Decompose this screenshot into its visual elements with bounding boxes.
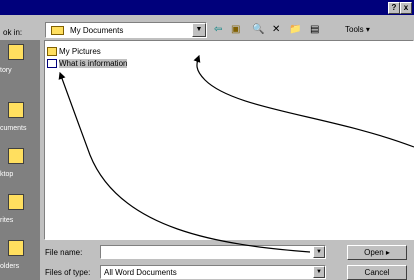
folder-icon	[51, 26, 64, 35]
places-item-my-documents[interactable]: cuments	[0, 100, 40, 142]
open-button[interactable]: Open ▸	[347, 245, 407, 260]
up-one-level-icon[interactable]: ▣	[231, 24, 240, 36]
list-item-label: What is information	[59, 59, 128, 68]
back-icon[interactable]: ⇦	[214, 24, 222, 36]
places-bar: tory cuments ktop rites olders	[0, 40, 40, 280]
folder-icon	[47, 47, 57, 57]
files-of-type-select[interactable]: All Word Documents ▼	[100, 265, 326, 279]
look-in-dropdown-button[interactable]: ▼	[192, 23, 206, 37]
file-name-dropdown-button[interactable]: ▼	[313, 246, 325, 258]
web-folders-icon	[8, 240, 24, 256]
look-in-value: My Documents	[70, 26, 124, 35]
places-item-label: olders	[0, 263, 20, 270]
places-item-web-folders[interactable]: olders	[0, 238, 40, 280]
files-of-type-label: Files of type:	[45, 268, 91, 277]
list-item[interactable]: What is information	[47, 59, 128, 70]
delete-icon[interactable]: ✕	[272, 24, 280, 36]
help-button[interactable]: ?	[388, 2, 400, 14]
file-list[interactable]: My Pictures What is information	[44, 40, 414, 240]
close-button[interactable]: x	[400, 2, 412, 14]
new-folder-icon[interactable]: 📁	[289, 24, 301, 36]
places-item-label: rites	[0, 217, 14, 224]
history-icon	[8, 44, 24, 60]
views-icon[interactable]: ▤	[310, 24, 319, 36]
places-item-favorites[interactable]: rites	[0, 192, 40, 234]
word-document-icon	[47, 59, 57, 69]
places-item-history[interactable]: tory	[0, 42, 40, 84]
my-documents-icon	[8, 102, 24, 118]
list-item-label: My Pictures	[59, 47, 101, 56]
look-in-combo[interactable]: My Documents ▼	[45, 22, 207, 38]
file-name-input[interactable]: ▼	[100, 245, 326, 259]
file-name-label: File name:	[45, 248, 83, 257]
places-item-label: cuments	[0, 125, 27, 132]
places-item-label: tory	[0, 67, 12, 74]
search-web-icon[interactable]: 🔍	[252, 24, 264, 36]
tools-menu[interactable]: Tools ▾	[345, 25, 370, 34]
favorites-icon	[8, 194, 24, 210]
title-bar: ? x	[0, 0, 414, 15]
files-of-type-value: All Word Documents	[104, 268, 177, 277]
desktop-icon	[8, 148, 24, 164]
places-item-desktop[interactable]: ktop	[0, 146, 40, 188]
cancel-button[interactable]: Cancel	[347, 265, 407, 280]
look-in-label: ok in:	[3, 28, 23, 37]
places-item-label: ktop	[0, 171, 14, 178]
files-of-type-dropdown-button[interactable]: ▼	[313, 266, 325, 278]
list-item[interactable]: My Pictures	[47, 47, 101, 58]
